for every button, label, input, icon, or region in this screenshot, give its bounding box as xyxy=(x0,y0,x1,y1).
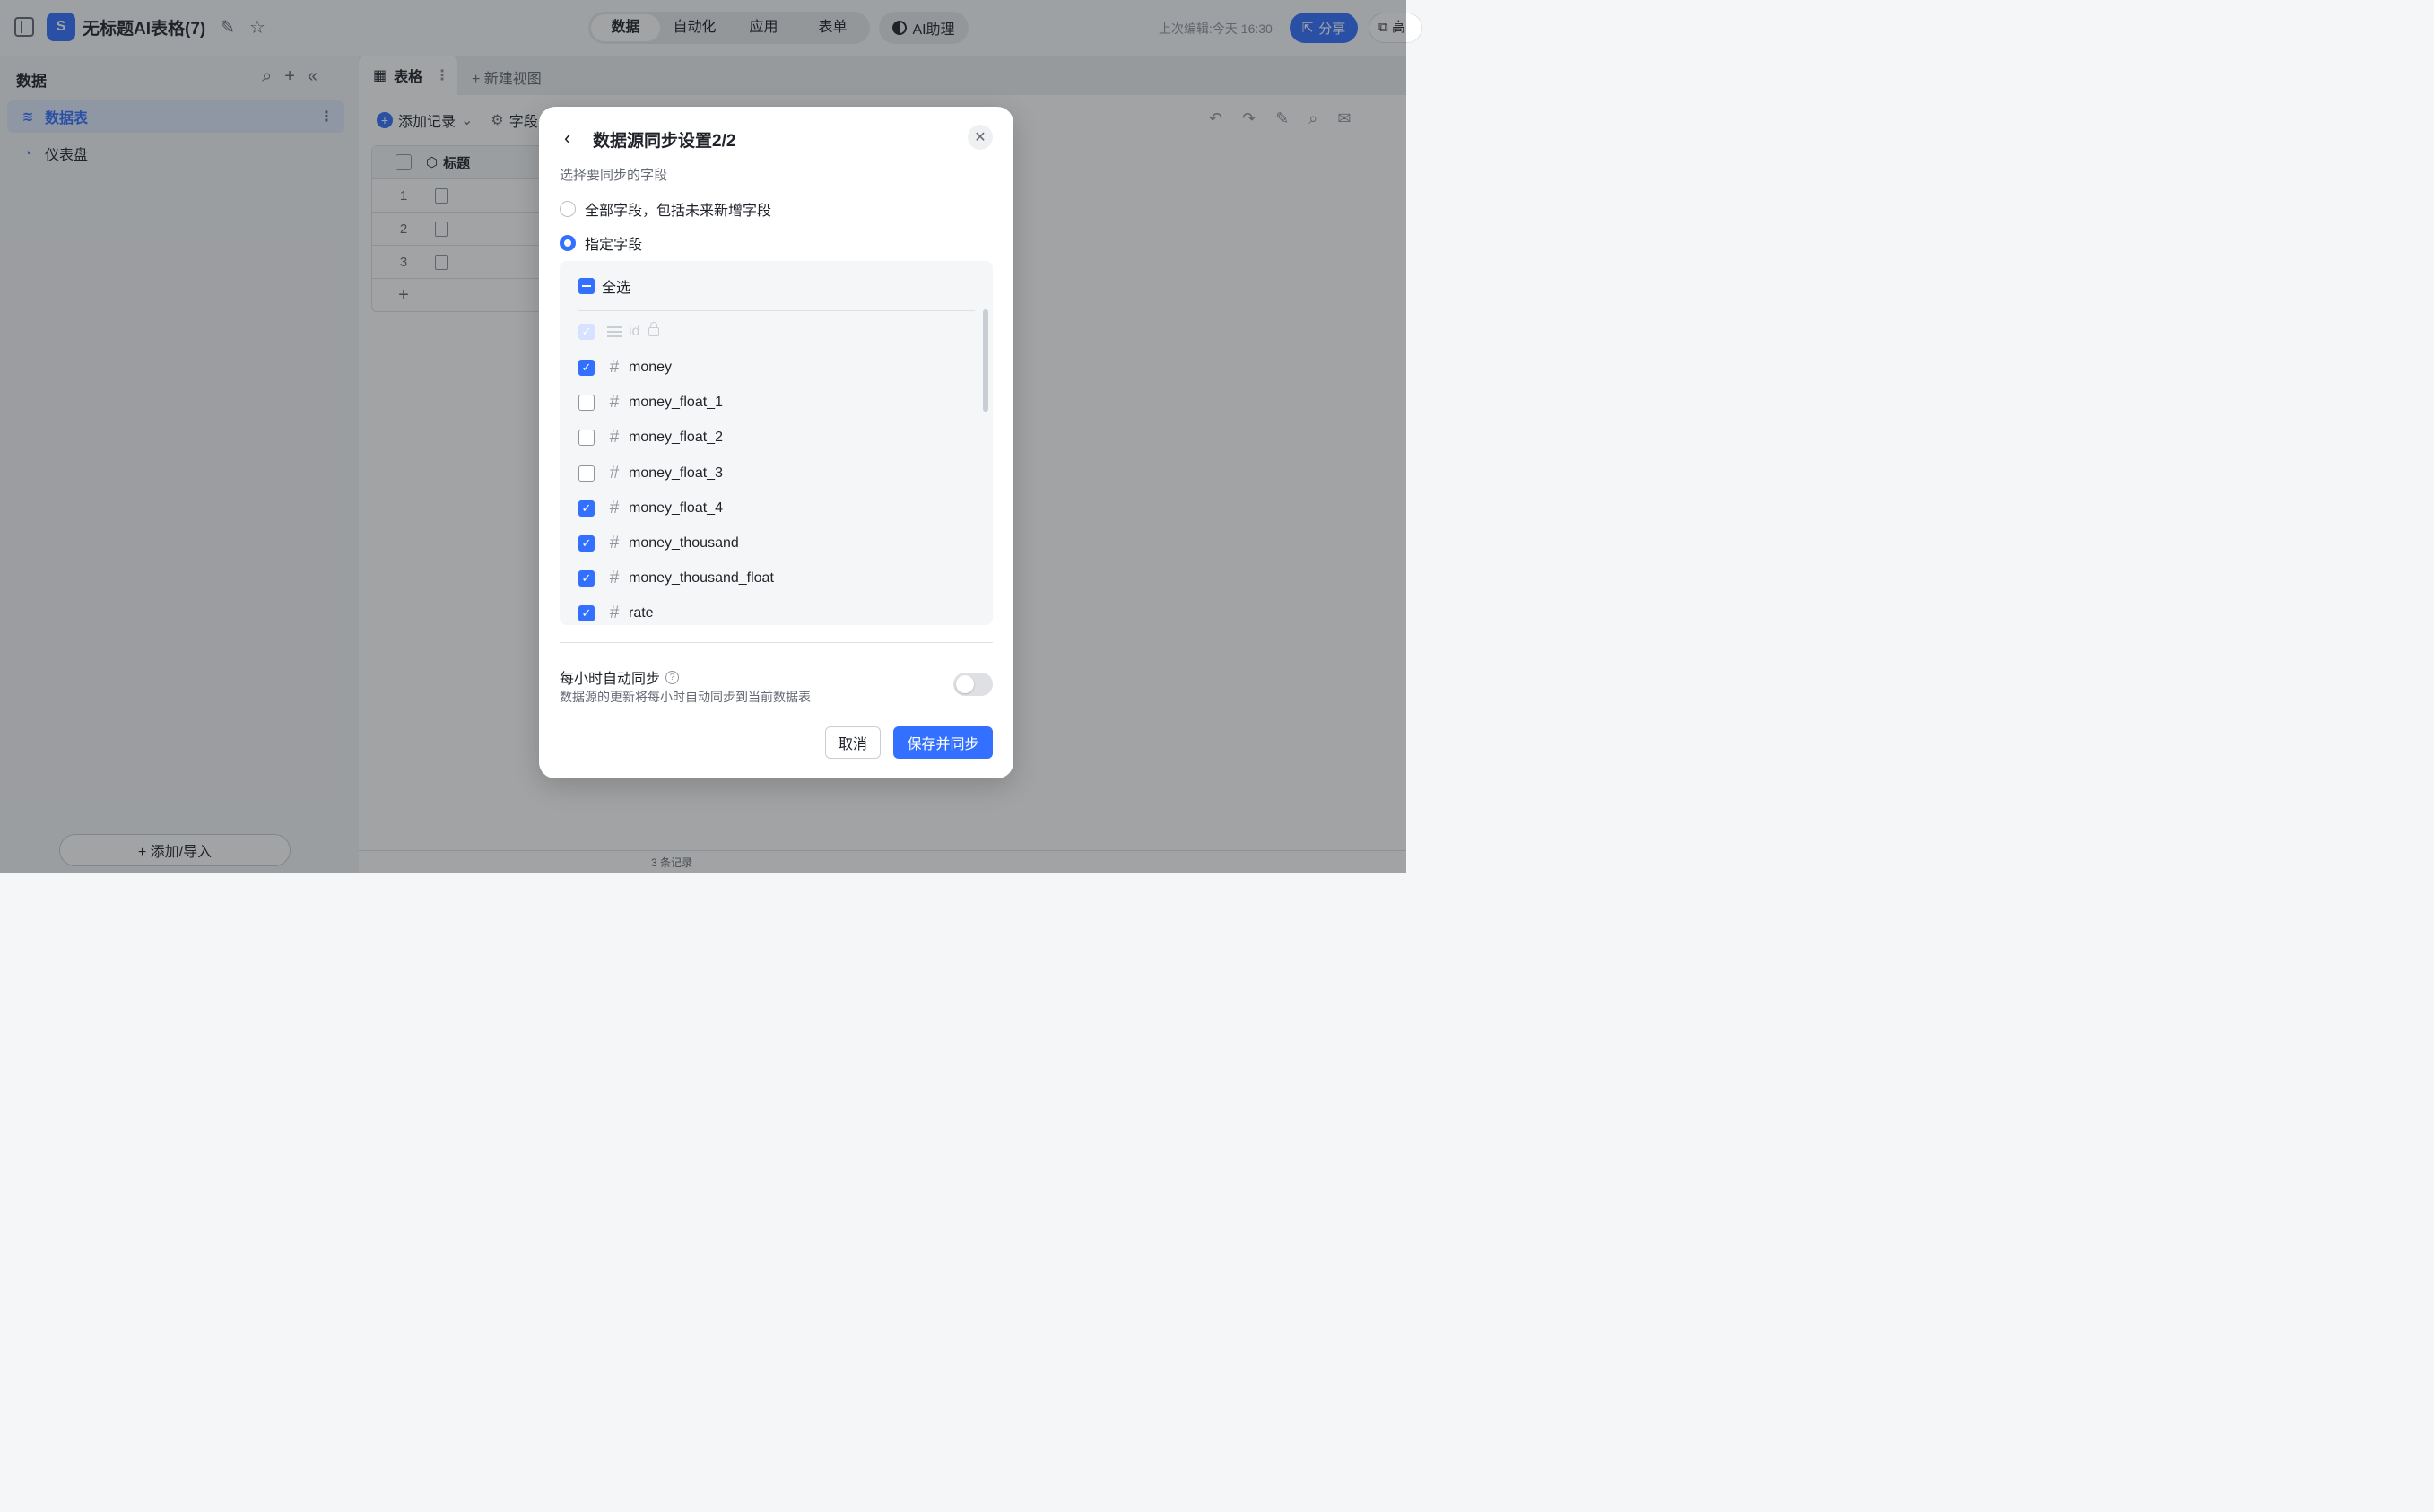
field-name: money_thousand_float xyxy=(629,570,774,586)
save-and-sync-button[interactable]: 保存并同步 xyxy=(893,726,993,759)
lock-icon xyxy=(648,322,660,336)
radio-button[interactable] xyxy=(560,201,576,217)
number-field-icon: # xyxy=(609,464,620,482)
select-all-row[interactable]: 全选 xyxy=(578,275,630,297)
field-row[interactable]: ✓ # money_thousand xyxy=(578,532,739,555)
radio-specific-fields[interactable]: 指定字段 xyxy=(560,232,642,254)
field-name: money_thousand xyxy=(629,535,739,551)
radio-button[interactable] xyxy=(560,235,576,251)
field-list-panel: 全选 ✓ id ✓ # money # money_float_1 # mone… xyxy=(560,261,993,625)
number-field-icon: # xyxy=(609,569,620,587)
sync-settings-dialog: ‹ 数据源同步设置2/2 ✕ 选择要同步的字段 全部字段，包括未来新增字段 指定… xyxy=(539,107,1013,778)
field-name: money xyxy=(629,360,673,375)
field-row[interactable]: ✓ # money_thousand_float xyxy=(578,567,774,590)
number-field-icon: # xyxy=(609,499,620,517)
radio-all-fields[interactable]: 全部字段，包括未来新增字段 xyxy=(560,198,771,220)
number-field-icon: # xyxy=(609,393,620,412)
field-row[interactable]: ✓ # money_float_4 xyxy=(578,497,723,520)
close-icon[interactable]: ✕ xyxy=(968,125,993,150)
field-checkbox[interactable] xyxy=(578,395,595,411)
number-field-icon: # xyxy=(609,358,620,377)
field-name: money_float_4 xyxy=(629,500,723,516)
field-checkbox[interactable]: ✓ xyxy=(578,535,595,552)
field-checkbox[interactable]: ✓ xyxy=(578,570,595,587)
help-icon[interactable]: ? xyxy=(665,670,680,684)
field-row[interactable]: ✓ # money xyxy=(578,356,672,379)
select-all-label: 全选 xyxy=(602,281,631,296)
radio-label: 指定字段 xyxy=(585,238,643,253)
hourly-sync-label: 每小时自动同步 xyxy=(560,672,661,687)
hourly-sync-description: 数据源的更新将每小时自动同步到当前数据表 xyxy=(560,690,811,704)
field-row-id: ✓ id xyxy=(578,320,660,343)
cancel-button[interactable]: 取消 xyxy=(825,726,881,759)
divider xyxy=(578,310,975,311)
field-checkbox[interactable] xyxy=(578,465,595,482)
number-field-icon: # xyxy=(609,428,620,447)
hourly-sync-toggle[interactable] xyxy=(953,673,993,696)
hourly-sync-title: 每小时自动同步 ? xyxy=(560,666,680,688)
dialog-title: 数据源同步设置2/2 xyxy=(593,132,736,151)
back-arrow-icon[interactable]: ‹ xyxy=(564,126,570,150)
field-name: id xyxy=(629,324,640,339)
field-checkbox[interactable]: ✓ xyxy=(578,605,595,621)
dialog-subtitle: 选择要同步的字段 xyxy=(560,168,668,183)
number-field-icon: # xyxy=(609,604,620,622)
text-field-icon xyxy=(607,326,622,337)
field-row[interactable]: # money_float_2 xyxy=(578,426,723,449)
field-name: rate xyxy=(629,605,654,621)
field-list-scrollbar[interactable] xyxy=(983,309,988,412)
field-name: money_float_3 xyxy=(629,465,723,481)
number-field-icon: # xyxy=(609,534,620,552)
field-row[interactable]: ✓ # rate xyxy=(578,602,654,625)
field-row[interactable]: # money_float_3 xyxy=(578,462,723,485)
divider xyxy=(560,642,993,643)
field-checkbox[interactable] xyxy=(578,430,595,446)
radio-label: 全部字段，包括未来新增字段 xyxy=(585,204,772,219)
field-row[interactable]: # money_float_1 xyxy=(578,391,723,414)
field-name: money_float_2 xyxy=(629,430,723,445)
field-name: money_float_1 xyxy=(629,395,723,410)
select-all-checkbox[interactable] xyxy=(578,278,595,294)
field-checkbox: ✓ xyxy=(578,324,595,340)
field-checkbox[interactable]: ✓ xyxy=(578,500,595,517)
field-checkbox[interactable]: ✓ xyxy=(578,360,595,376)
